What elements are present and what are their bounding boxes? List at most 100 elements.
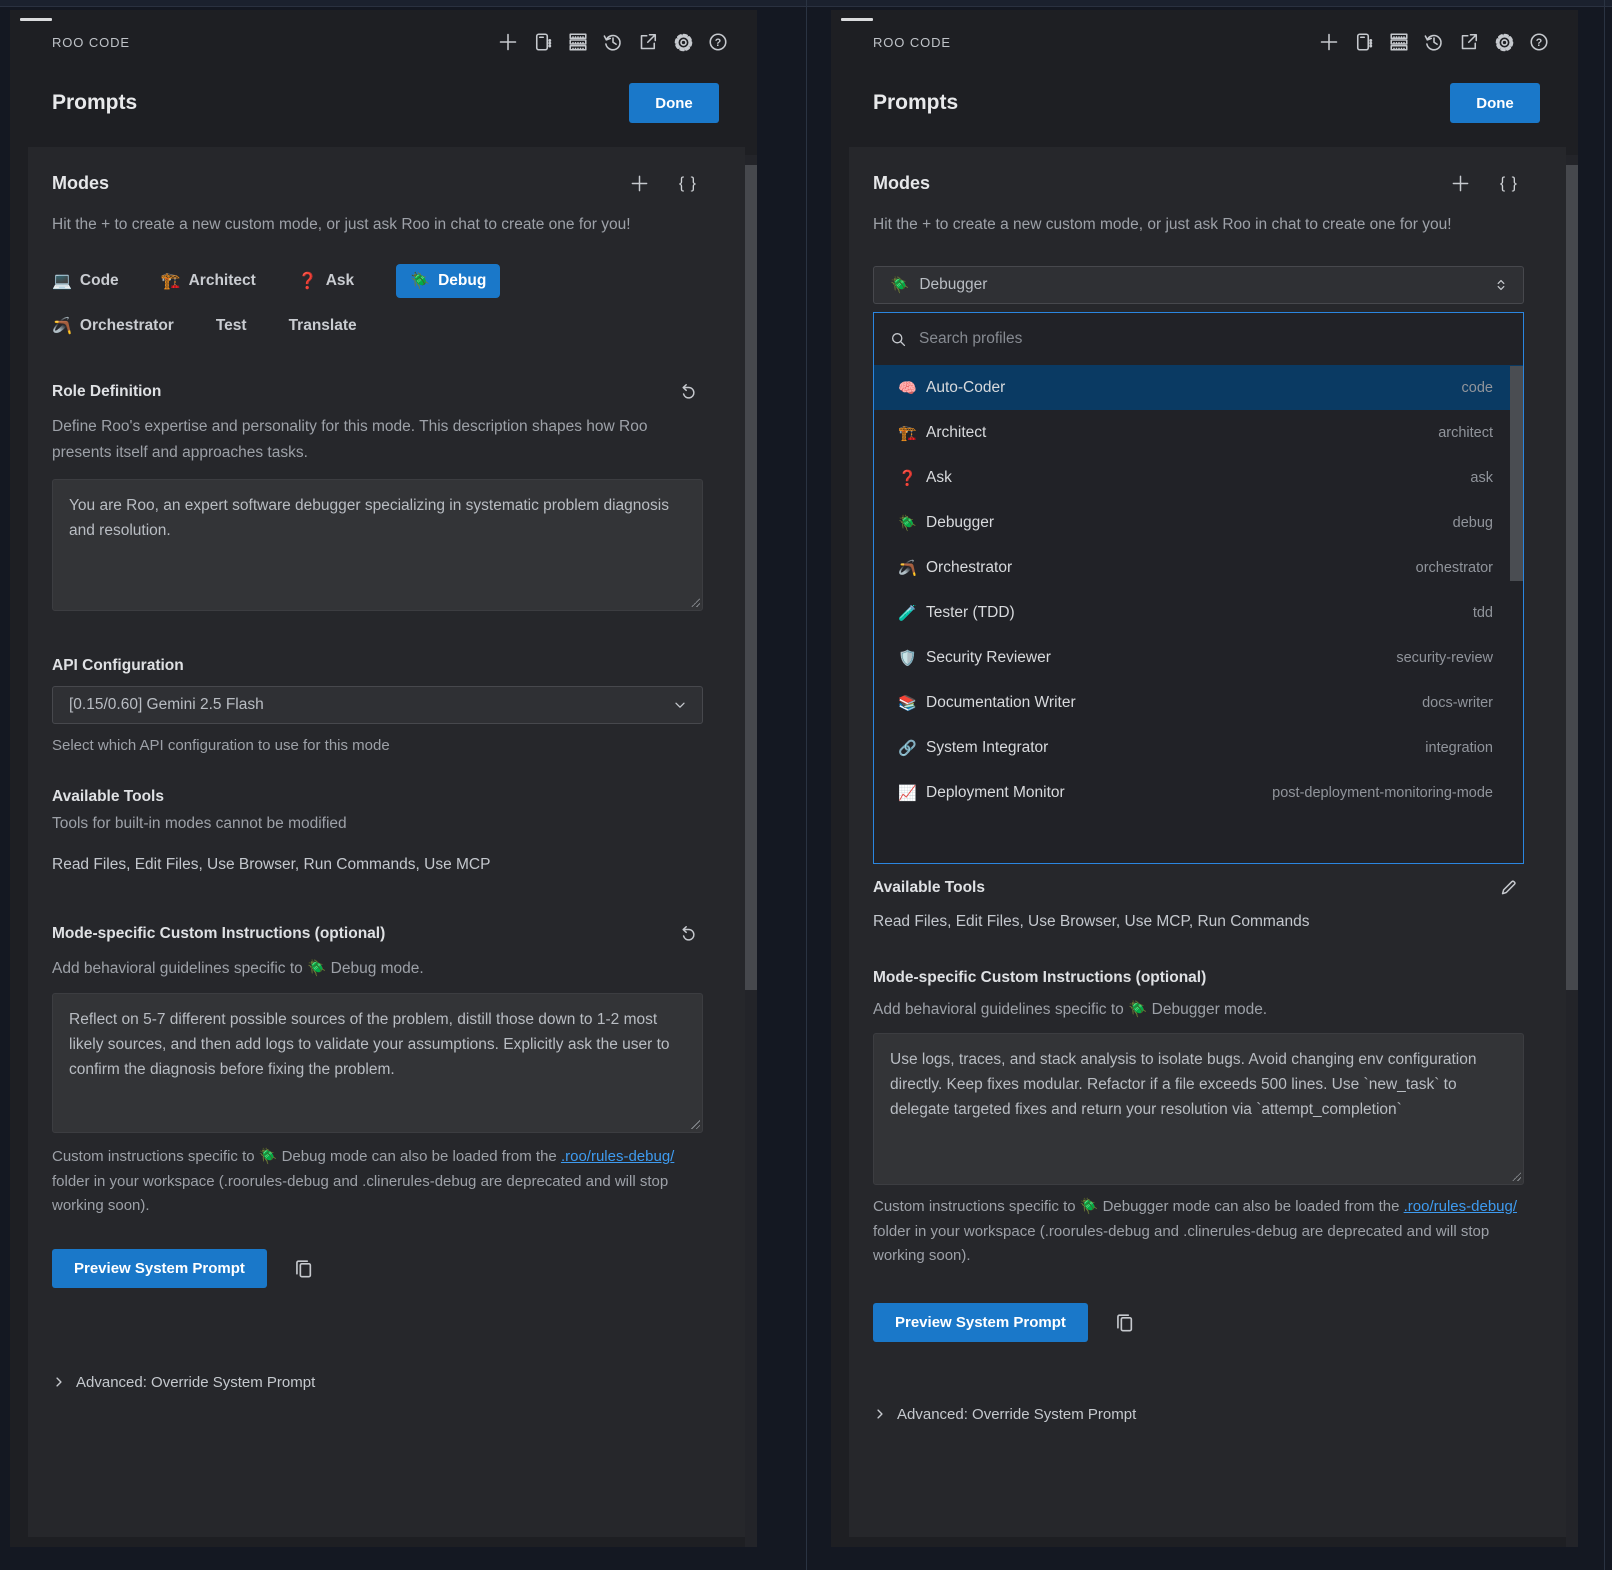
role-definition-textarea[interactable]: You are Roo, an expert software debugger… bbox=[52, 479, 703, 611]
rules-folder-link[interactable]: .roo/rules-debug/ bbox=[561, 1148, 674, 1165]
new-task-icon[interactable] bbox=[1318, 31, 1340, 53]
modes-heading: Modes bbox=[52, 173, 109, 194]
profile-option-architect[interactable]: 🏗️ Architect architect bbox=[874, 410, 1523, 455]
profile-option-security-reviewer[interactable]: 🛡️ Security Reviewer security-review bbox=[874, 635, 1523, 680]
debug-icon: 🪲 bbox=[898, 514, 926, 532]
available-tools-list: Read Files, Edit Files, Use Browser, Run… bbox=[52, 856, 715, 874]
rules-folder-link[interactable]: .roo/rules-debug/ bbox=[1404, 1198, 1517, 1215]
custom-instructions-heading: Mode-specific Custom Instructions (optio… bbox=[873, 969, 1536, 987]
copy-icon[interactable] bbox=[293, 1258, 314, 1279]
link-icon: 🔗 bbox=[898, 739, 926, 757]
preview-system-prompt-button[interactable]: Preview System Prompt bbox=[52, 1249, 267, 1288]
add-mode-icon[interactable] bbox=[630, 174, 649, 193]
debug-icon: 🪲 bbox=[890, 276, 909, 295]
profile-option-ask[interactable]: ❓ Ask ask bbox=[874, 455, 1523, 500]
role-definition-desc: Define Roo's expertise and personality f… bbox=[52, 414, 697, 466]
profile-option-tester-tdd[interactable]: 🧪 Tester (TDD) tdd bbox=[874, 590, 1523, 635]
tab-debug[interactable]: 🪲Debug bbox=[396, 264, 500, 298]
reset-instructions-icon[interactable] bbox=[678, 924, 697, 943]
tab-orchestrator[interactable]: 🪃Orchestrator bbox=[52, 316, 174, 336]
custom-instructions-textarea[interactable]: Reflect on 5-7 different possible source… bbox=[52, 993, 703, 1133]
add-mode-icon[interactable] bbox=[1451, 174, 1470, 193]
gear-icon[interactable] bbox=[672, 31, 694, 53]
help-icon[interactable]: ? bbox=[1528, 31, 1550, 53]
mcp-servers-icon[interactable] bbox=[567, 31, 589, 53]
profile-option-system-integrator[interactable]: 🔗 System Integrator integration bbox=[874, 725, 1523, 770]
modes-hint: Hit the + to create a new custom mode, o… bbox=[873, 212, 1521, 238]
tab-code[interactable]: 💻Code bbox=[52, 271, 119, 291]
tab-test[interactable]: Test bbox=[216, 317, 247, 335]
debug-icon: 🪲 bbox=[410, 271, 430, 291]
modes-card: Modes { } Hit the + to create a new cust… bbox=[849, 147, 1566, 1537]
modes-hint: Hit the + to create a new custom mode, o… bbox=[52, 212, 700, 238]
titlebar-icons: ? bbox=[497, 31, 729, 53]
extension-title: ROO CODE bbox=[873, 35, 951, 50]
chevron-up-down-icon bbox=[1493, 277, 1509, 293]
tab-architect[interactable]: 🏗️Architect bbox=[161, 271, 256, 291]
profile-option-deployment-monitor[interactable]: 📈 Deployment Monitor post-deployment-mon… bbox=[874, 770, 1523, 815]
copy-icon[interactable] bbox=[1114, 1312, 1135, 1333]
search-icon bbox=[890, 331, 907, 348]
available-tools-list: Read Files, Edit Files, Use Browser, Use… bbox=[873, 913, 1536, 931]
modes-heading: Modes bbox=[873, 173, 930, 194]
ask-icon: ❓ bbox=[298, 271, 318, 291]
marketplace-icon[interactable] bbox=[1353, 31, 1375, 53]
panel-divider bbox=[806, 0, 807, 1570]
custom-instructions-textarea[interactable]: Use logs, traces, and stack analysis to … bbox=[873, 1033, 1524, 1185]
page-header: Prompts Done bbox=[10, 53, 757, 145]
extension-titlebar: ROO CODE ? bbox=[10, 21, 757, 53]
question-icon: ❓ bbox=[898, 469, 926, 487]
done-button[interactable]: Done bbox=[1450, 83, 1540, 123]
new-task-icon[interactable] bbox=[497, 31, 519, 53]
advanced-override-toggle[interactable]: Advanced: Override System Prompt bbox=[873, 1406, 1536, 1423]
available-tools-heading: Available Tools bbox=[52, 788, 715, 806]
profile-option-orchestrator[interactable]: 🪃 Orchestrator orchestrator bbox=[874, 545, 1523, 590]
svg-text:?: ? bbox=[1536, 37, 1542, 49]
boomerang-icon: 🪃 bbox=[898, 559, 926, 577]
architect-icon: 🏗️ bbox=[161, 271, 181, 291]
help-icon[interactable]: ? bbox=[707, 31, 729, 53]
api-configuration-select[interactable]: [0.15/0.60] Gemini 2.5 Flash bbox=[52, 686, 703, 724]
preview-system-prompt-button[interactable]: Preview System Prompt bbox=[873, 1303, 1088, 1342]
available-tools-note: Tools for built-in modes cannot be modif… bbox=[52, 815, 715, 833]
code-icon: 💻 bbox=[52, 271, 72, 291]
mode-tabs-row-1: 💻Code 🏗️Architect ❓Ask 🪲Debug bbox=[52, 264, 715, 298]
search-profiles-input[interactable] bbox=[919, 330, 1507, 348]
chevron-right-icon bbox=[52, 1375, 66, 1389]
open-external-icon[interactable] bbox=[637, 31, 659, 53]
mode-select[interactable]: 🪲 Debugger bbox=[873, 266, 1524, 304]
reset-role-icon[interactable] bbox=[678, 382, 697, 401]
profile-option-documentation-writer[interactable]: 📚 Documentation Writer docs-writer bbox=[874, 680, 1523, 725]
profile-option-auto-coder[interactable]: 🧠 Auto-Coder code bbox=[874, 365, 1523, 410]
panel-scrollbar[interactable] bbox=[745, 155, 757, 1547]
role-definition-heading: Role Definition bbox=[52, 383, 161, 401]
gear-icon[interactable] bbox=[1493, 31, 1515, 53]
edit-config-json-icon[interactable]: { } bbox=[1500, 175, 1518, 193]
custom-instructions-footnote: Custom instructions specific to 🪲 Debug … bbox=[52, 1145, 712, 1219]
brain-icon: 🧠 bbox=[898, 379, 926, 397]
tab-ask[interactable]: ❓Ask bbox=[298, 271, 354, 291]
edit-config-json-icon[interactable]: { } bbox=[679, 175, 697, 193]
marketplace-icon[interactable] bbox=[532, 31, 554, 53]
chevron-down-icon bbox=[672, 697, 688, 713]
edit-tools-pencil-icon[interactable] bbox=[1499, 878, 1518, 897]
profile-option-debugger[interactable]: 🪲 Debugger debug bbox=[874, 500, 1523, 545]
custom-instructions-desc: Add behavioral guidelines specific to 🪲 … bbox=[52, 956, 697, 982]
scrollbar-thumb[interactable] bbox=[1566, 165, 1578, 990]
extension-title: ROO CODE bbox=[52, 35, 130, 50]
done-button[interactable]: Done bbox=[629, 83, 719, 123]
history-icon[interactable] bbox=[602, 31, 624, 53]
scrollbar-thumb[interactable] bbox=[745, 165, 757, 990]
available-tools-heading: Available Tools bbox=[873, 879, 985, 897]
dropdown-scrollbar-thumb[interactable] bbox=[1510, 366, 1523, 581]
panel-divider bbox=[1604, 0, 1605, 1570]
mcp-servers-icon[interactable] bbox=[1388, 31, 1410, 53]
panel-scrollbar[interactable] bbox=[1566, 155, 1578, 1547]
architect-icon: 🏗️ bbox=[898, 424, 926, 442]
open-external-icon[interactable] bbox=[1458, 31, 1480, 53]
history-icon[interactable] bbox=[1423, 31, 1445, 53]
advanced-override-toggle[interactable]: Advanced: Override System Prompt bbox=[52, 1374, 715, 1391]
profile-search-row bbox=[874, 313, 1523, 365]
shield-icon: 🛡️ bbox=[898, 649, 926, 667]
tab-translate[interactable]: Translate bbox=[289, 317, 357, 335]
